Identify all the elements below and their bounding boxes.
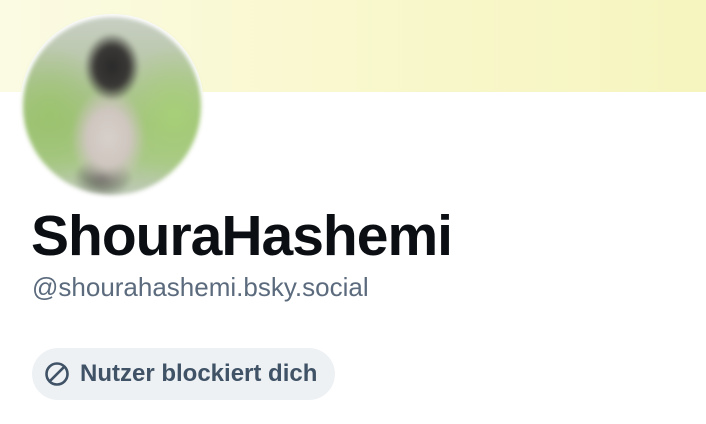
profile-handle: @shourahashemi.bsky.social [32,272,369,302]
avatar-image [23,17,201,195]
avatar[interactable] [20,14,204,198]
block-icon [44,361,70,387]
blocked-by-user-label: Nutzer blockiert dich [80,360,318,387]
blocked-by-user-badge[interactable]: Nutzer blockiert dich [32,348,336,400]
profile-header: ShouraHashemi @shourahashemi.bsky.social… [0,0,706,424]
display-name: ShouraHashemi [31,204,453,268]
